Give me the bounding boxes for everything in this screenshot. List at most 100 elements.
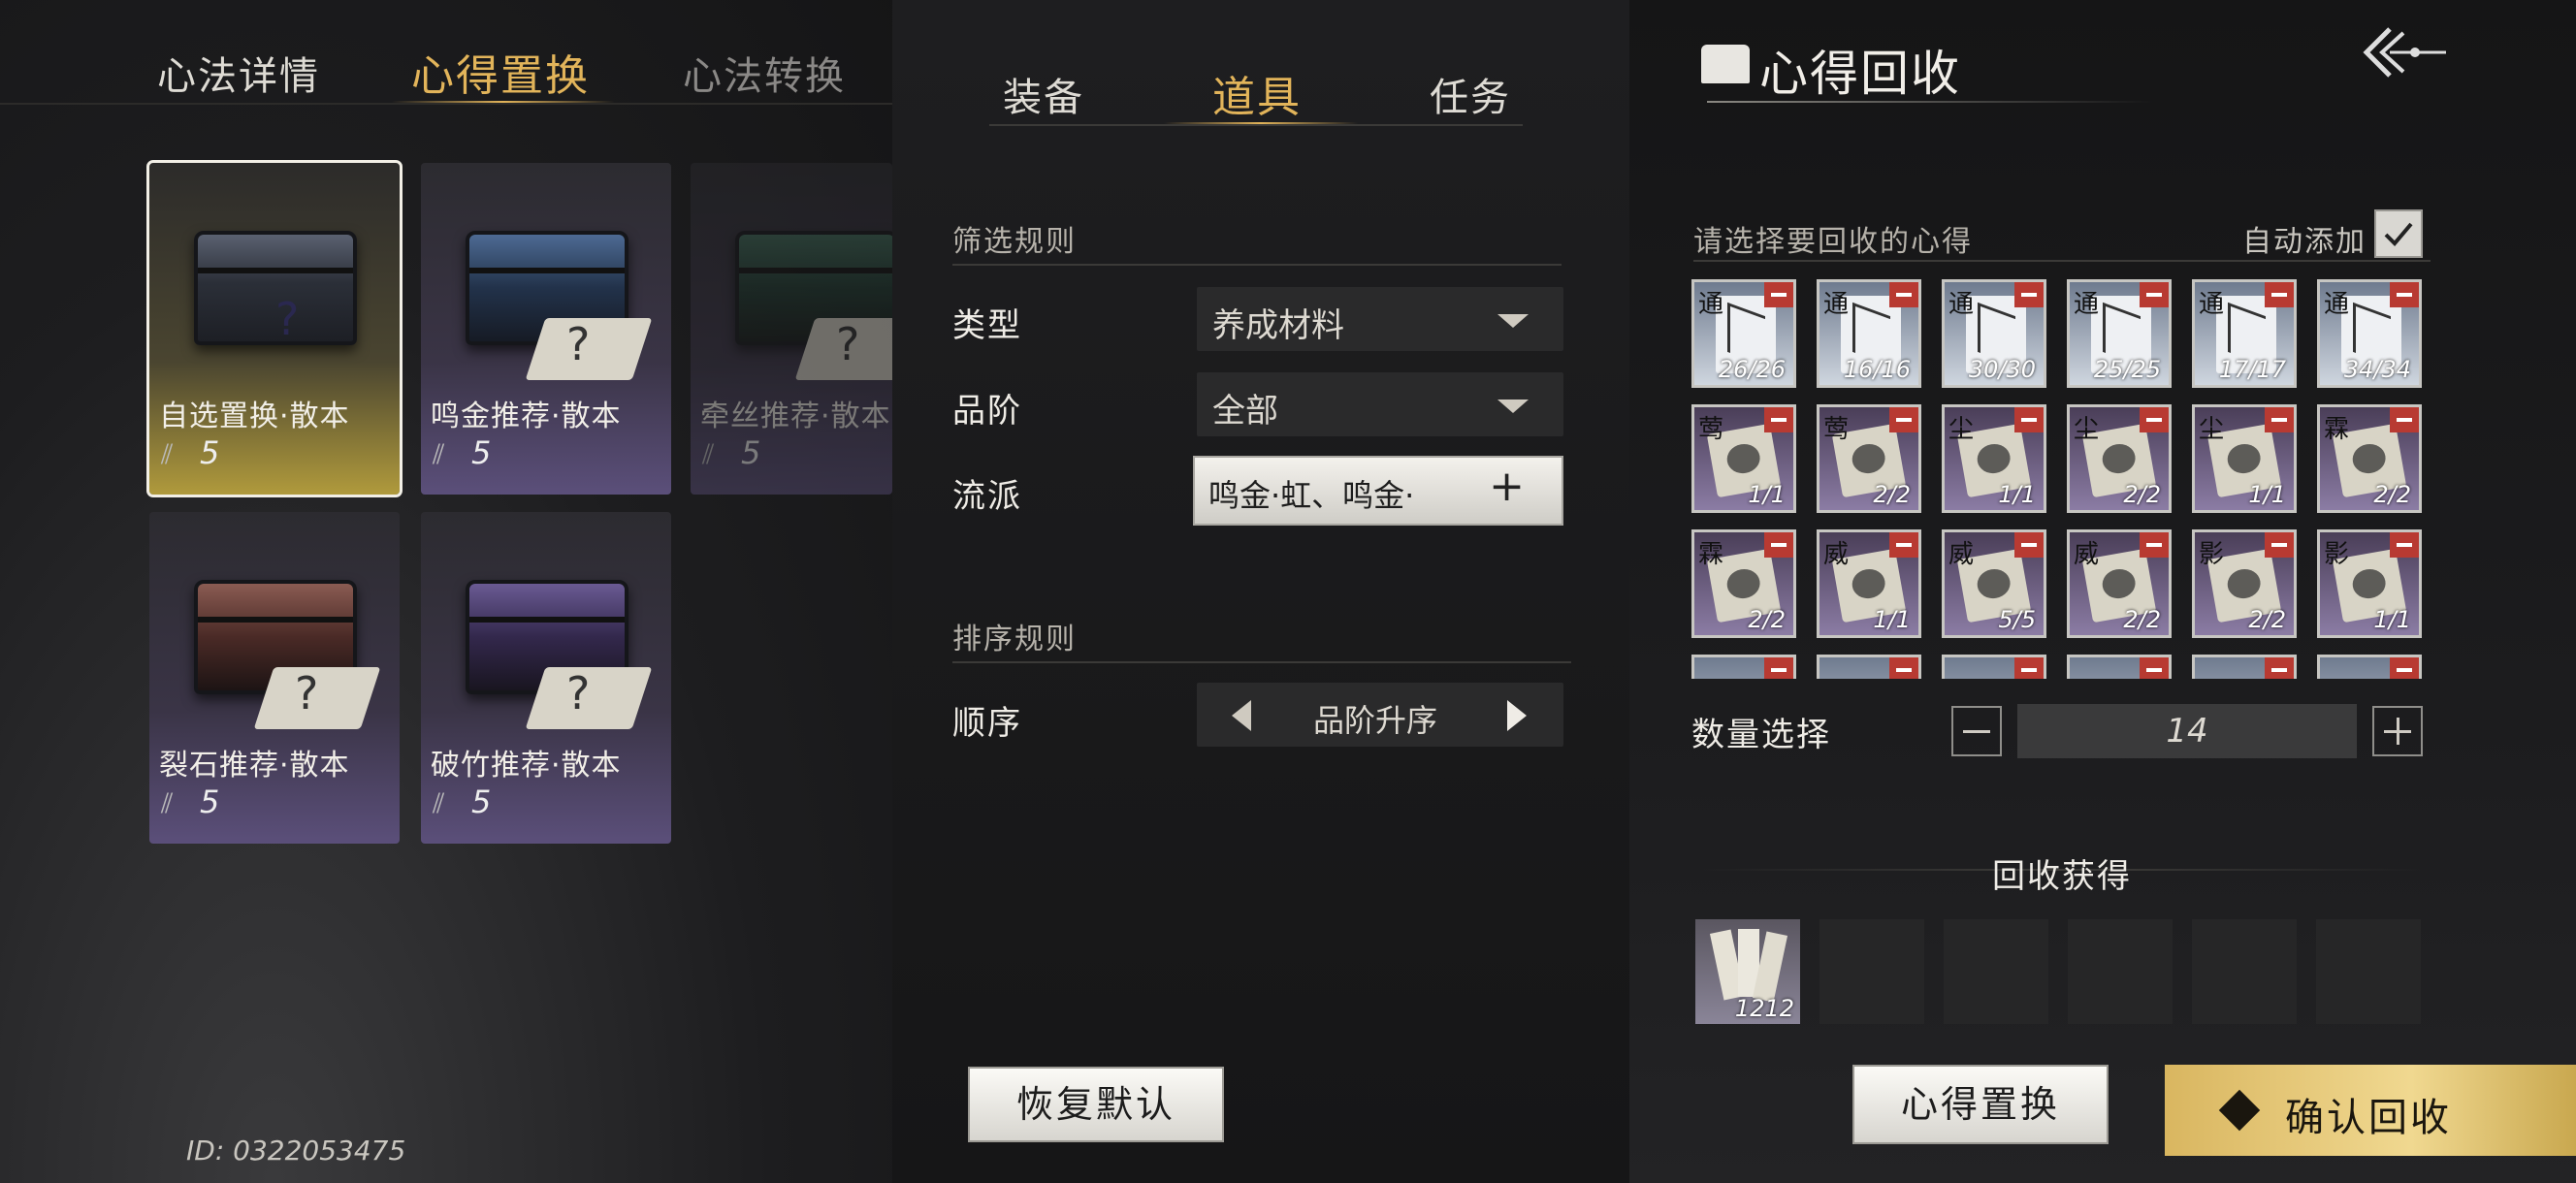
remove-icon[interactable] — [1764, 407, 1793, 432]
diamond-icon — [2218, 1089, 2261, 1132]
card-count: 5 — [741, 434, 761, 471]
remove-icon[interactable] — [2390, 657, 2419, 679]
remove-icon[interactable] — [2390, 282, 2419, 307]
grid-item[interactable]: 影 1/1 — [2317, 529, 2422, 638]
grid-tag: 霖 — [1698, 540, 1724, 569]
grade-dropdown[interactable]: 全部 — [1197, 372, 1563, 436]
grid-item[interactable]: 威 2/2 — [2067, 529, 2172, 638]
feather-icon: ⫽ — [433, 438, 445, 470]
grid-item-partial[interactable] — [2192, 655, 2297, 679]
recycle-prompt: 请选择要回收的心得 — [1693, 225, 1973, 259]
question-icon: ? — [275, 293, 300, 345]
grid-item-partial[interactable] — [1817, 655, 1921, 679]
remove-icon[interactable] — [2390, 532, 2419, 558]
arrow-left-icon[interactable] — [1232, 700, 1251, 731]
grid-item[interactable]: 霖 2/2 — [2317, 404, 2422, 513]
remove-icon[interactable] — [1764, 657, 1793, 679]
remove-icon[interactable] — [2140, 532, 2169, 558]
grid-item-partial[interactable] — [1691, 655, 1796, 679]
remove-icon[interactable] — [2390, 407, 2419, 432]
grid-item[interactable]: 通 30/30 — [1942, 279, 2046, 388]
mid-tabs-divider — [989, 124, 1523, 126]
back-arrow-icon[interactable] — [2361, 23, 2448, 81]
grid-item-partial[interactable] — [2317, 655, 2422, 679]
remove-icon[interactable] — [1889, 282, 1918, 307]
remove-icon[interactable] — [2265, 532, 2294, 558]
remove-icon[interactable] — [1889, 657, 1918, 679]
remove-icon[interactable] — [2140, 407, 2169, 432]
remove-icon[interactable] — [2014, 282, 2044, 307]
question-icon: ? — [566, 318, 591, 370]
qty-label: 数量选择 — [1691, 716, 1831, 754]
grid-tag: 影 — [2324, 540, 2350, 569]
plus-icon[interactable]: + — [1489, 462, 1525, 511]
question-icon: ? — [836, 318, 860, 370]
card-name: 自选置换·散本 — [159, 400, 350, 433]
tab-quests[interactable]: 任务 — [1430, 66, 1511, 122]
tab-xinfa-convert[interactable]: 心法转换 — [683, 45, 846, 101]
type-dropdown[interactable]: 养成材料 — [1197, 287, 1563, 351]
grid-item[interactable]: 莺 1/1 — [1691, 404, 1796, 513]
minus-button[interactable] — [1951, 706, 2002, 756]
qty-field[interactable]: 14 — [2017, 704, 2357, 758]
card-count: 5 — [200, 434, 220, 471]
order-label: 顺序 — [952, 704, 1022, 743]
school-selector[interactable]: 鸣金·虹、鸣金· + — [1193, 456, 1563, 526]
card-lieshi[interactable]: ? 裂石推荐·散本 ⫽ 5 — [149, 512, 400, 844]
grid-tag: 莺 — [1823, 415, 1850, 444]
order-selector[interactable]: 品阶升序 — [1197, 683, 1563, 747]
grid-tag: 威 — [1823, 540, 1850, 569]
grid-tag: 通 — [2324, 290, 2350, 319]
grid-item[interactable]: 威 5/5 — [1942, 529, 2046, 638]
tab-xinde-replace[interactable]: 心得置换 — [411, 41, 590, 103]
card-mingjin[interactable]: ? 鸣金推荐·散本 ⫽ 5 — [421, 163, 671, 495]
remove-icon[interactable] — [2140, 282, 2169, 307]
remove-icon[interactable] — [2265, 657, 2294, 679]
grid-tag: 通 — [1698, 290, 1724, 319]
gain-item[interactable]: 1212 — [1695, 919, 1800, 1024]
remove-icon[interactable] — [2265, 282, 2294, 307]
remove-icon[interactable] — [2014, 407, 2044, 432]
grid-item[interactable]: 通 34/34 — [2317, 279, 2422, 388]
school-value: 鸣金·虹、鸣金· — [1208, 477, 1415, 514]
tab-items[interactable]: 道具 — [1212, 62, 1302, 124]
grid-item[interactable]: 尘 1/1 — [2192, 404, 2297, 513]
grid-item[interactable]: 影 2/2 — [2192, 529, 2297, 638]
feather-icon: ⫽ — [702, 438, 715, 470]
grid-item-partial[interactable] — [1942, 655, 2046, 679]
tab-xinfa-detail[interactable]: 心法详情 — [157, 45, 320, 101]
grid-item[interactable]: 通 26/26 — [1691, 279, 1796, 388]
remove-icon[interactable] — [1764, 282, 1793, 307]
empty-slot — [2068, 919, 2173, 1024]
grid-item[interactable]: 莺 2/2 — [1817, 404, 1921, 513]
remove-icon[interactable] — [2014, 532, 2044, 558]
sort-divider — [952, 661, 1571, 663]
remove-icon[interactable] — [2140, 657, 2169, 679]
remove-icon[interactable] — [2014, 657, 2044, 679]
card-pozhu[interactable]: ? 破竹推荐·散本 ⫽ 5 — [421, 512, 671, 844]
xinde-replace-button[interactable]: 心得置换 — [1852, 1065, 2109, 1144]
grid-item[interactable]: 威 1/1 — [1817, 529, 1921, 638]
card-custom-replace[interactable]: ? 自选置换·散本 ⫽ 5 — [146, 160, 402, 497]
remove-icon[interactable] — [1889, 407, 1918, 432]
grid-item[interactable]: 通 16/16 — [1817, 279, 1921, 388]
card-count: 5 — [471, 434, 492, 471]
tab-equipment[interactable]: 装备 — [1003, 66, 1084, 122]
auto-add-checkbox[interactable] — [2374, 209, 2423, 258]
remove-icon[interactable] — [1764, 532, 1793, 558]
chest-title-icon — [1701, 45, 1750, 83]
restore-default-button[interactable]: 恢复默认 — [968, 1067, 1224, 1142]
grid-item[interactable]: 霖 2/2 — [1691, 529, 1796, 638]
grid-item[interactable]: 尘 1/1 — [1942, 404, 2046, 513]
remove-icon[interactable] — [1889, 532, 1918, 558]
arrow-right-icon[interactable] — [1507, 700, 1527, 731]
grid-item[interactable]: 通 25/25 — [2067, 279, 2172, 388]
plus-button[interactable] — [2372, 706, 2423, 756]
remove-icon[interactable] — [2265, 407, 2294, 432]
confirm-recycle-button[interactable]: 确认回收 — [2165, 1065, 2576, 1156]
grid-item[interactable]: 尘 2/2 — [2067, 404, 2172, 513]
grid-item[interactable]: 通 17/17 — [2192, 279, 2297, 388]
card-qiansi[interactable]: ? 牵丝推荐·散本 ⫽ 5 — [691, 163, 892, 495]
grid-count: 26/26 — [1718, 356, 1786, 383]
grid-item-partial[interactable] — [2067, 655, 2172, 679]
